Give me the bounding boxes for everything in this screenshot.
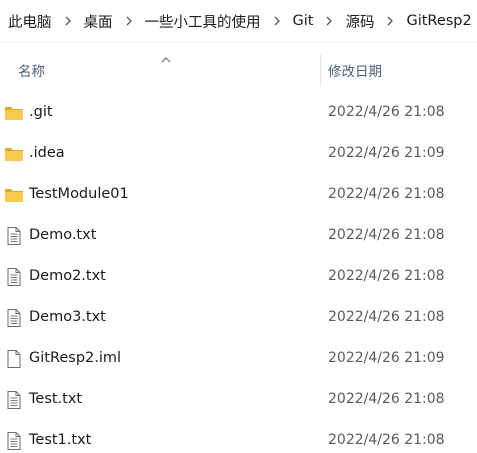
folder-icon [4, 144, 24, 164]
breadcrumb-item-this-pc[interactable]: 此电脑 [0, 11, 55, 32]
chevron-right-icon[interactable] [383, 14, 397, 28]
breadcrumb-item-desktop[interactable]: 桌面 [81, 11, 116, 32]
file-modified: 2022/4/26 21:08 [328, 186, 445, 202]
chevron-right-icon[interactable] [270, 14, 284, 28]
file-modified: 2022/4/26 21:09 [328, 145, 445, 161]
text-file-icon [4, 308, 24, 328]
file-name: GitResp2.iml [29, 350, 122, 366]
file-name: Demo.txt [29, 227, 97, 243]
list-item[interactable]: GitResp2.iml 2022/4/26 21:09 [0, 338, 477, 379]
chevron-right-icon[interactable] [322, 14, 336, 28]
list-item[interactable]: Test.txt 2022/4/26 21:08 [0, 379, 477, 420]
column-header-name-label: 名称 [18, 64, 45, 80]
list-item[interactable]: Test1.txt 2022/4/26 21:08 [0, 420, 477, 453]
file-name: .idea [29, 145, 65, 161]
chevron-right-icon[interactable] [61, 14, 75, 28]
breadcrumb-item-git[interactable]: Git [290, 13, 317, 29]
file-icon [4, 349, 24, 369]
file-modified: 2022/4/26 21:08 [328, 432, 445, 448]
file-name: .git [29, 104, 53, 120]
text-file-icon [4, 390, 24, 410]
folder-icon [4, 185, 24, 205]
breadcrumb-item-tools[interactable]: 一些小工具的使用 [142, 11, 264, 32]
chevron-right-icon[interactable] [122, 14, 136, 28]
text-file-icon [4, 431, 24, 451]
file-name: Test1.txt [29, 432, 92, 448]
breadcrumb: 此电脑 桌面 一些小工具的使用 Git 源码 GitResp2 [0, 0, 477, 43]
file-name: Demo3.txt [29, 309, 106, 325]
file-modified: 2022/4/26 21:08 [328, 227, 445, 243]
sort-ascending-icon [160, 50, 172, 69]
list-item[interactable]: TestModule01 2022/4/26 21:08 [0, 174, 477, 215]
file-modified: 2022/4/26 21:08 [328, 309, 445, 325]
text-file-icon [4, 226, 24, 246]
file-modified: 2022/4/26 21:09 [328, 350, 445, 366]
file-explorer-window: 此电脑 桌面 一些小工具的使用 Git 源码 GitResp2 名称 修改日期 … [0, 0, 477, 453]
column-header: 名称 修改日期 [0, 52, 477, 88]
list-item[interactable]: Demo3.txt 2022/4/26 21:08 [0, 297, 477, 338]
folder-icon [4, 103, 24, 123]
file-name: Test.txt [29, 391, 83, 407]
file-modified: 2022/4/26 21:08 [328, 391, 445, 407]
breadcrumb-item-source[interactable]: 源码 [342, 11, 377, 32]
breadcrumb-item-gitresp2[interactable]: GitResp2 [403, 13, 474, 29]
list-item[interactable]: Demo.txt 2022/4/26 21:08 [0, 215, 477, 256]
file-name: Demo2.txt [29, 268, 106, 284]
list-item[interactable]: .idea 2022/4/26 21:09 [0, 133, 477, 174]
list-item[interactable]: .git 2022/4/26 21:08 [0, 92, 477, 133]
column-header-modified[interactable]: 修改日期 [321, 52, 477, 88]
column-header-modified-label: 修改日期 [328, 64, 382, 80]
file-name: TestModule01 [29, 186, 129, 202]
list-item[interactable]: Demo2.txt 2022/4/26 21:08 [0, 256, 477, 297]
file-modified: 2022/4/26 21:08 [328, 268, 445, 284]
file-modified: 2022/4/26 21:08 [328, 104, 445, 120]
column-header-name[interactable]: 名称 [0, 52, 320, 88]
text-file-icon [4, 267, 24, 287]
